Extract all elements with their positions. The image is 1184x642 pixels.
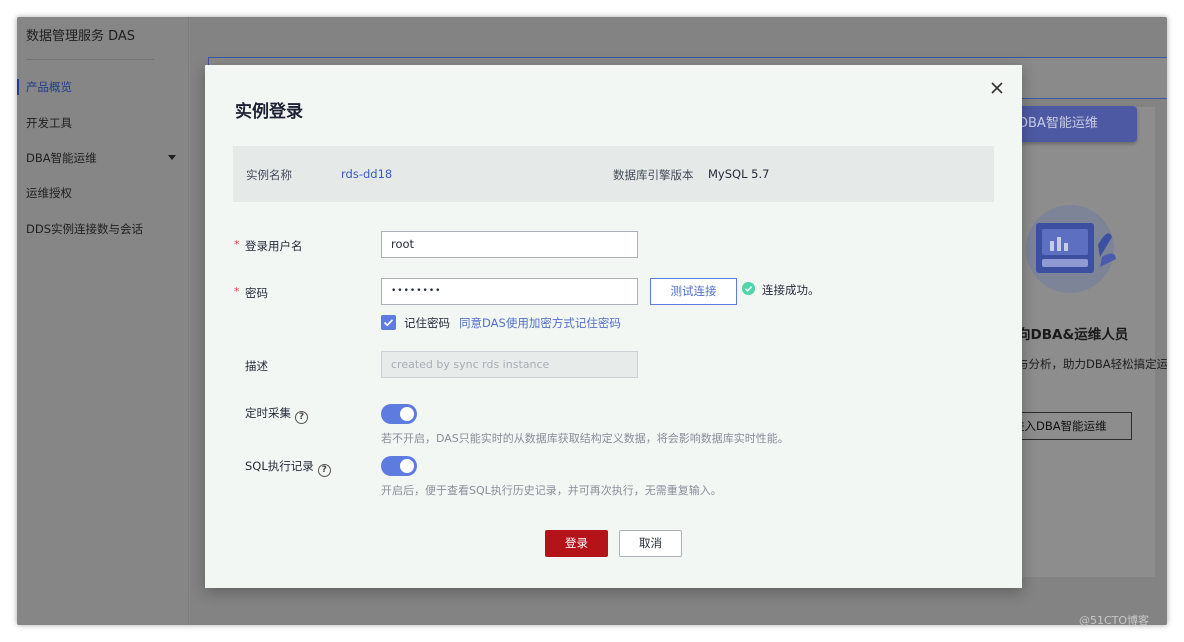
close-icon[interactable] [988,79,1006,97]
instance-info-panel: 实例名称 rds-dd18 数据库引擎版本 MySQL 5.7 [233,146,994,202]
enter-dba-button[interactable]: 进入DBA智能运维 [1007,412,1132,440]
dba-tab-button[interactable]: DBA智能运维 [1014,106,1137,142]
engine-version-label: 数据库引擎版本 [613,168,694,182]
remember-password-label: 记住密码 [404,316,450,330]
sql-record-hint: 开启后，便于查看SQL执行历史记录，并可再次执行，无需重复输入。 [381,484,722,497]
password-label: 密码 [245,286,268,300]
required-mark: * [234,238,240,251]
sql-record-toggle[interactable] [381,456,417,476]
test-connection-button[interactable]: 测试连接 [650,278,737,305]
instance-name-link[interactable]: rds-dd18 [341,167,392,181]
cancel-button[interactable]: 取消 [619,530,682,557]
scheduled-collection-hint: 若不开启，DAS只能实时的从数据库获取结构定义数据，将会影响数据库实时性能。 [381,432,789,445]
chevron-down-icon[interactable] [168,155,176,160]
sidebar-title: 数据管理服务 DAS [26,29,136,44]
promo-heading: 向DBA&运维人员 [1017,327,1129,343]
sidebar-item-dba-ops[interactable]: DBA智能运维 [26,150,97,166]
instance-login-dialog: 实例登录 实例名称 rds-dd18 数据库引擎版本 MySQL 5.7 * 登… [205,65,1022,588]
encryption-consent-link[interactable]: 同意DAS使用加密方式记住密码 [459,315,621,331]
watermark: @51CTO博客 [1079,614,1150,627]
instance-name-label: 实例名称 [246,168,292,182]
description-input: created by sync rds instance [381,351,638,378]
login-button[interactable]: 登录 [545,530,608,557]
scheduled-collection-label: 定时采集? [245,405,308,424]
sidebar-item-dds-sessions[interactable]: DDS实例连接数与会话 [26,221,143,237]
sidebar-divider [26,59,154,60]
sql-record-label: SQL执行记录? [245,458,331,477]
engine-version-value: MySQL 5.7 [708,167,770,181]
remember-password-checkbox[interactable] [381,315,396,330]
check-circle-icon [742,282,755,295]
sidebar-item-ops-auth[interactable]: 运维授权 [26,185,72,201]
scheduled-collection-toggle[interactable] [381,404,417,424]
username-label: 登录用户名 [245,239,303,253]
sidebar-item-dev-tools[interactable]: 开发工具 [26,115,72,131]
dashboard-illustration-icon [1026,205,1116,293]
help-icon[interactable]: ? [295,411,308,424]
active-indicator [17,79,19,95]
required-mark: * [234,285,240,298]
sidebar-item-overview[interactable]: 产品概览 [26,79,72,95]
password-input[interactable]: •••••••• [381,278,638,305]
help-icon[interactable]: ? [317,464,331,477]
description-label: 描述 [245,359,268,373]
sidebar: 数据管理服务 DAS 产品概览 开发工具 DBA智能运维 运维授权 DDS实例连… [17,17,189,625]
connection-status: 连接成功。 [762,283,820,297]
dialog-title: 实例登录 [235,102,303,122]
promo-description: 与分析，助力DBA轻松搞定运 [1017,357,1167,371]
username-input[interactable]: root [381,231,638,258]
